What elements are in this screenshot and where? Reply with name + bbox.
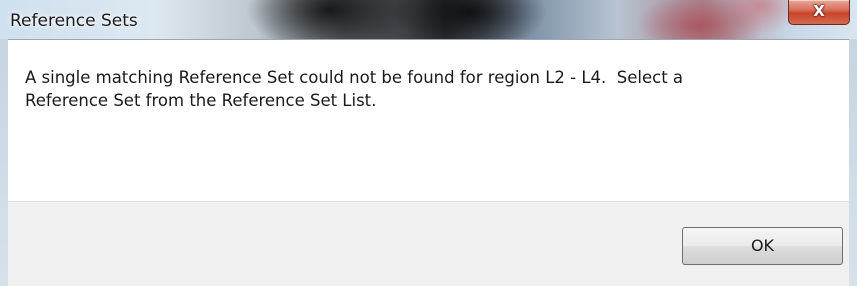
dialog-window: Reference Sets X A single matching Refer… — [0, 0, 857, 286]
button-bar: OK — [8, 201, 849, 286]
window-frame-left — [0, 39, 8, 286]
title-bar[interactable]: Reference Sets X — [0, 0, 857, 39]
window-frame-right — [849, 39, 857, 286]
message-line-2: Reference Set from the Reference Set Lis… — [25, 91, 377, 110]
message-area: A single matching Reference Set could no… — [8, 39, 849, 201]
ok-button[interactable]: OK — [682, 227, 843, 265]
message-line-1: A single matching Reference Set could no… — [25, 68, 684, 87]
window-title: Reference Sets — [10, 11, 138, 31]
message-text: A single matching Reference Set could no… — [25, 66, 825, 112]
close-icon: X — [813, 2, 825, 20]
close-button[interactable]: X — [788, 0, 850, 25]
